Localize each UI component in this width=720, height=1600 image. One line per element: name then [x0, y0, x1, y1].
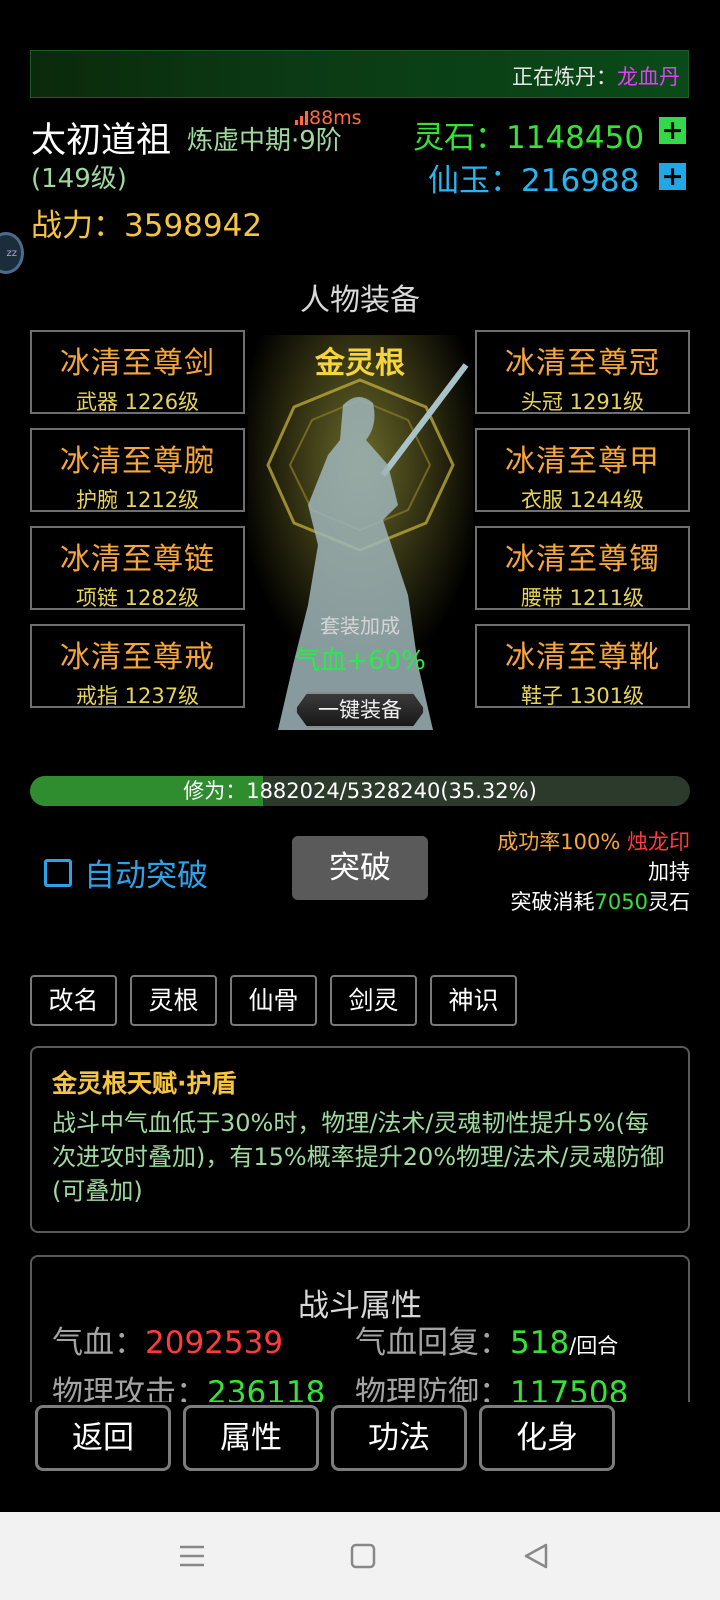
home-icon[interactable]	[349, 1542, 377, 1570]
equip-slot-level: 戒指 1237级	[75, 684, 200, 708]
skills-button[interactable]: 功法	[331, 1405, 467, 1471]
equip-name: 冰清至尊甲	[505, 444, 660, 479]
equip-slot-ring[interactable]: 冰清至尊戒 戒指 1237级	[30, 624, 245, 708]
back-button[interactable]: 返回	[35, 1405, 171, 1471]
equip-slot-crown[interactable]: 冰清至尊冠 头冠 1291级	[475, 330, 690, 414]
equip-slot-level: 项链 1282级	[75, 586, 200, 610]
equip-name: 冰清至尊腕	[60, 444, 215, 479]
breakthrough-cost: 突破消耗7050灵石	[511, 886, 690, 916]
spirit-stone-label: 灵石：	[413, 120, 506, 156]
system-navigation-bar	[0, 1512, 720, 1600]
crafting-pill-name: 龙血丹	[617, 65, 680, 89]
cultivation-progress-label: 修为：1882024/5328240(35.32%)	[183, 779, 537, 803]
immortal-bone-button[interactable]: 仙骨	[230, 975, 317, 1026]
attributes-button[interactable]: 属性	[183, 1405, 319, 1471]
back-triangle-icon[interactable]	[522, 1542, 550, 1570]
equip-name: 冰清至尊镯	[505, 542, 660, 577]
power-value: 3598942	[124, 208, 263, 244]
avatar-button[interactable]: 化身	[479, 1405, 615, 1471]
equip-slot-necklace[interactable]: 冰清至尊链 项链 1282级	[30, 526, 245, 610]
menu-icon[interactable]	[178, 1542, 206, 1570]
jade-currency: 仙玉：216988	[428, 155, 639, 200]
equip-slot-bracer[interactable]: 冰清至尊腕 护腕 1212级	[30, 428, 245, 512]
spirit-stone-currency: 灵石：1148450	[413, 112, 644, 157]
add-jade-button[interactable]: +	[659, 161, 686, 192]
cost-prefix: 突破消耗	[510, 890, 595, 914]
talent-description: 战斗中气血低于30%时，物理/法术/灵魂韧性提升5%(每次进攻时叠加)，有15%…	[52, 1109, 665, 1205]
talent-title: 金灵根天赋·护盾	[52, 1069, 237, 1098]
equip-slot-level: 衣服 1244级	[520, 488, 645, 512]
jade-label: 仙玉：	[428, 163, 521, 199]
equip-slot-level: 鞋子 1301级	[520, 684, 645, 708]
stat-hp-regen: 气血回复：518/回合	[355, 1317, 618, 1362]
ping-value: 88ms	[309, 107, 362, 129]
equip-slot-armor[interactable]: 冰清至尊甲 衣服 1244级	[475, 428, 690, 512]
stat-label: 气血回复：	[355, 1325, 510, 1361]
stat-hp: 气血：2092539	[52, 1317, 283, 1362]
equip-all-button[interactable]: 一键装备	[295, 692, 425, 728]
crafting-label: 正在炼丹：	[512, 65, 617, 89]
combat-power: 战力：3598942	[31, 200, 262, 245]
jade-value: 216988	[521, 163, 640, 199]
equip-name: 冰清至尊剑	[60, 346, 215, 381]
cost-suffix: 灵石	[648, 890, 690, 914]
divine-sense-button[interactable]: 神识	[430, 975, 517, 1026]
crafting-status-bar[interactable]: 正在炼丹：龙血丹	[30, 50, 689, 98]
spirit-stone-value: 1148450	[506, 120, 645, 156]
player-name: 太初道祖	[31, 121, 172, 161]
checkbox-icon	[44, 858, 72, 887]
add-spirit-stone-button[interactable]: +	[659, 115, 686, 146]
rename-button[interactable]: 改名	[30, 975, 117, 1026]
spirit-root-button[interactable]: 灵根	[130, 975, 217, 1026]
auto-breakthrough-checkbox[interactable]: 自动突破	[44, 850, 208, 895]
equip-slot-level: 武器 1226级	[75, 390, 200, 414]
equip-slot-level: 腰带 1211级	[520, 586, 645, 610]
stat-label: 气血：	[52, 1325, 145, 1361]
ping-indicator: 88ms	[295, 107, 362, 129]
equip-slot-boots[interactable]: 冰清至尊靴 鞋子 1301级	[475, 624, 690, 708]
player-level: (149级)	[31, 164, 127, 194]
function-tabs: 改名 灵根 仙骨 剑灵 神识	[30, 975, 530, 1026]
stat-value: 2092539	[145, 1325, 284, 1361]
equip-name: 冰清至尊冠	[505, 346, 660, 381]
talent-panel: 金灵根天赋·护盾 战斗中气血低于30%时，物理/法术/灵魂韧性提升5%(每次进攻…	[30, 1046, 690, 1233]
auto-breakthrough-label: 自动突破	[84, 858, 208, 894]
breakthrough-button[interactable]: 突破	[292, 836, 428, 900]
equipment-title: 人物装备	[300, 283, 420, 318]
blessing-label: 加持	[648, 860, 690, 884]
power-label: 战力：	[31, 208, 124, 244]
equip-name: 冰清至尊链	[60, 542, 215, 577]
equip-slot-weapon[interactable]: 冰清至尊剑 武器 1226级	[30, 330, 245, 414]
seal-name: 烛龙印	[627, 830, 690, 854]
sword-spirit-button[interactable]: 剑灵	[330, 975, 417, 1026]
signal-icon	[295, 111, 309, 125]
success-rate: 成功率100%	[497, 830, 621, 854]
floating-assistant-icon[interactable]: zz	[0, 232, 24, 274]
stat-unit: /回合	[569, 1334, 619, 1358]
equip-slot-level: 护腕 1212级	[75, 488, 200, 512]
equip-slot-belt[interactable]: 冰清至尊镯 腰带 1211级	[475, 526, 690, 610]
success-rate-line: 成功率100% 烛龙印	[497, 826, 690, 856]
equip-slot-level: 头冠 1291级	[520, 390, 645, 414]
stat-value: 518	[510, 1325, 570, 1361]
cultivation-progress-bar: 修为：1882024/5328240(35.32%)	[30, 776, 690, 806]
equip-name: 冰清至尊靴	[505, 640, 660, 675]
cost-value: 7050	[594, 890, 648, 914]
equip-name: 冰清至尊戒	[60, 640, 215, 675]
crafting-status: 正在炼丹：龙血丹	[512, 61, 680, 91]
